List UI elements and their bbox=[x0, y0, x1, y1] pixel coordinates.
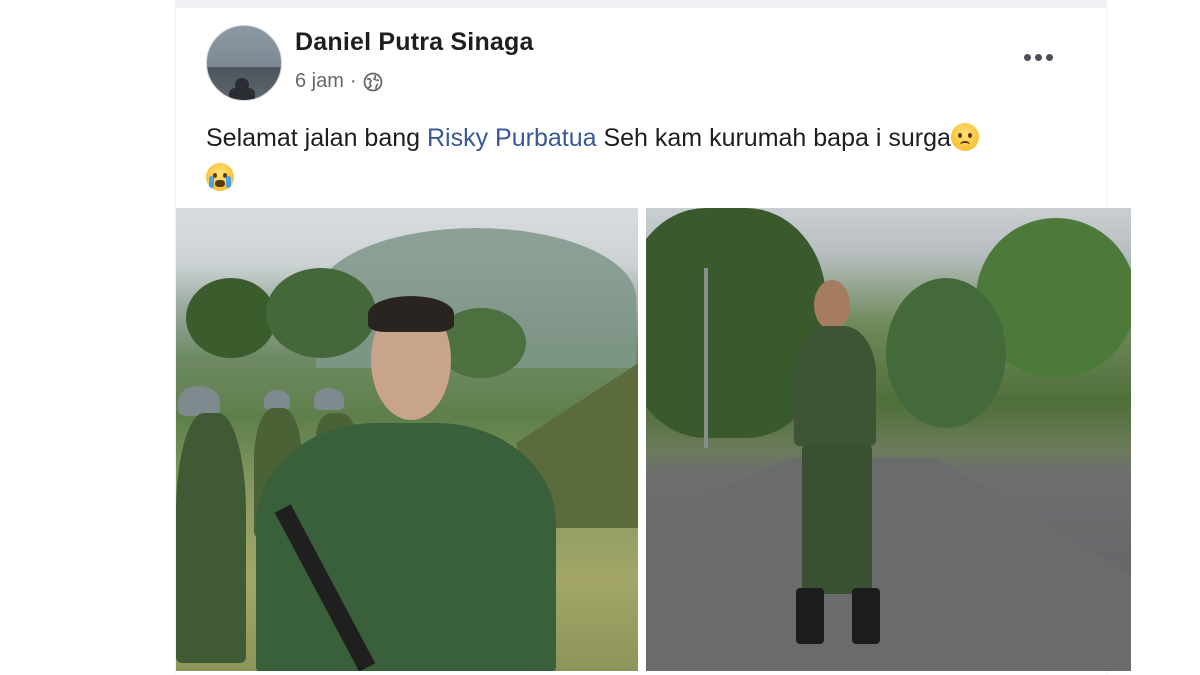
post-meta: 6 jam · bbox=[295, 70, 383, 93]
post-time[interactable]: 6 jam bbox=[295, 70, 344, 93]
tree-shape bbox=[266, 268, 376, 358]
soldier-portrait-photo[interactable] bbox=[176, 208, 638, 671]
lamp-post-shape bbox=[704, 268, 708, 448]
more-dot-icon bbox=[1045, 53, 1053, 61]
helmet-shape bbox=[178, 386, 220, 416]
tree-shape bbox=[886, 278, 1006, 428]
avatar-figure-body bbox=[229, 88, 255, 100]
meta-separator: · bbox=[349, 70, 357, 92]
post-card: Daniel Putra Sinaga 6 jam · Selamat jala… bbox=[176, 0, 1131, 675]
crying-face-emoji bbox=[206, 163, 234, 191]
soldier-head bbox=[814, 280, 850, 330]
more-options-button[interactable] bbox=[1018, 42, 1058, 72]
soldier-hair bbox=[368, 296, 454, 332]
road-shape bbox=[646, 458, 1131, 671]
more-dot-icon bbox=[1023, 53, 1031, 61]
more-dot-icon bbox=[1034, 53, 1042, 61]
helmet-shape bbox=[264, 390, 290, 410]
post-text-start: Selamat jalan bang bbox=[206, 124, 427, 152]
helmet-shape bbox=[314, 388, 344, 410]
soldier-uniform-top bbox=[794, 326, 876, 446]
author-avatar[interactable] bbox=[206, 25, 282, 101]
boot-shape bbox=[852, 588, 880, 644]
globe-icon[interactable] bbox=[363, 72, 383, 92]
boot-shape bbox=[796, 588, 824, 644]
background-soldier bbox=[176, 413, 246, 663]
soldier-uniform-pants bbox=[802, 444, 872, 594]
card-top-divider bbox=[176, 0, 1106, 8]
soldier-standing-photo[interactable] bbox=[646, 208, 1131, 671]
sad-face-emoji bbox=[950, 123, 979, 151]
tree-shape bbox=[186, 278, 276, 358]
mention-link[interactable]: Risky Purbatua bbox=[427, 124, 597, 152]
post-text-end: Seh kam kurumah bapa i surga bbox=[596, 124, 951, 152]
post-text: Selamat jalan bang Risky Purbatua Seh ka… bbox=[206, 118, 1076, 198]
author-name[interactable]: Daniel Putra Sinaga bbox=[295, 28, 534, 57]
